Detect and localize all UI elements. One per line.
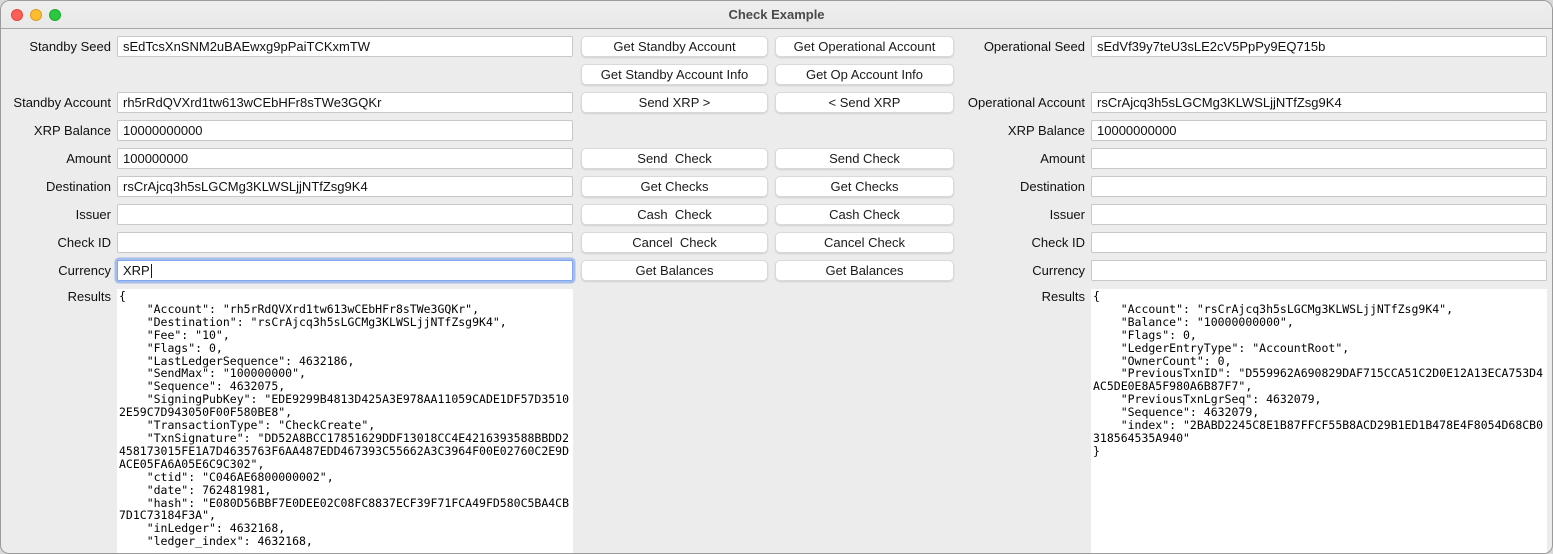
op-currency-field[interactable]: [1091, 260, 1547, 281]
standby-account-field[interactable]: rh5rRdQVXrd1tw613wCEbHFr8sTWe3GQKr: [117, 92, 573, 113]
standby-destination-label: Destination: [1, 176, 111, 197]
standby-xrp-balance-field[interactable]: 10000000000: [117, 120, 573, 141]
standby-destination-field[interactable]: rsCrAjcq3h5sLGCMg3KLWSLjjNTfZsg9K4: [117, 176, 573, 197]
standby-seed-value: sEdTcsXnSNM2uBAEwxg9pPaiTCKxmTW: [123, 39, 370, 54]
standby-account-label: Standby Account: [1, 92, 111, 113]
op-get-checks-button[interactable]: Get Checks: [775, 176, 954, 197]
op-issuer-label: Issuer: [939, 204, 1085, 225]
standby-results-label: Results: [1, 290, 111, 304]
standby-check-id-label: Check ID: [1, 232, 111, 253]
op-cancel-check-button[interactable]: Cancel Check: [775, 232, 954, 253]
op-results-label: Results: [939, 290, 1085, 304]
window-title: Check Example: [1, 1, 1552, 29]
op-cash-check-button[interactable]: Cash Check: [775, 204, 954, 225]
standby-seed-field[interactable]: sEdTcsXnSNM2uBAEwxg9pPaiTCKxmTW: [117, 36, 573, 57]
op-get-balances-button[interactable]: Get Balances: [775, 260, 954, 281]
op-send-check-button[interactable]: Send Check: [775, 148, 954, 169]
text-cursor: [151, 264, 152, 278]
standby-amount-field[interactable]: 100000000: [117, 148, 573, 169]
get-standby-account-button[interactable]: Get Standby Account: [581, 36, 768, 57]
standby-currency-value: XRP: [123, 263, 150, 278]
standby-issuer-label: Issuer: [1, 204, 111, 225]
standby-check-id-field[interactable]: [117, 232, 573, 253]
send-xrp-right-button[interactable]: Send XRP >: [581, 92, 768, 113]
standby-xrp-balance-value: 10000000000: [123, 123, 203, 138]
standby-xrp-balance-label: XRP Balance: [1, 120, 111, 141]
standby-currency-field[interactable]: XRP: [117, 260, 573, 281]
op-destination-field[interactable]: [1091, 176, 1547, 197]
standby-cash-check-button[interactable]: Cash Check: [581, 204, 768, 225]
op-xrp-balance-field[interactable]: 10000000000: [1091, 120, 1547, 141]
operational-account-field[interactable]: rsCrAjcq3h5sLGCMg3KLWSLjjNTfZsg9K4: [1091, 92, 1547, 113]
operational-account-label: Operational Account: [939, 92, 1085, 113]
standby-currency-label: Currency: [1, 260, 111, 281]
op-amount-label: Amount: [939, 148, 1085, 169]
operational-seed-field[interactable]: sEdVf39y7teU3sLE2cV5PpPy9EQ715b: [1091, 36, 1547, 57]
op-results-textarea[interactable]: { "Account": "rsCrAjcq3h5sLGCMg3KLWSLjjN…: [1091, 289, 1547, 554]
titlebar: Check Example: [1, 1, 1552, 29]
get-operational-account-button[interactable]: Get Operational Account: [775, 36, 954, 57]
standby-get-checks-button[interactable]: Get Checks: [581, 176, 768, 197]
op-destination-label: Destination: [939, 176, 1085, 197]
operational-seed-value: sEdVf39y7teU3sLE2cV5PpPy9EQ715b: [1097, 39, 1325, 54]
op-issuer-field[interactable]: [1091, 204, 1547, 225]
standby-get-balances-button[interactable]: Get Balances: [581, 260, 768, 281]
standby-seed-label: Standby Seed: [1, 36, 111, 57]
operational-account-value: rsCrAjcq3h5sLGCMg3KLWSLjjNTfZsg9K4: [1097, 95, 1342, 110]
op-amount-field[interactable]: [1091, 148, 1547, 169]
standby-amount-value: 100000000: [123, 151, 188, 166]
standby-issuer-field[interactable]: [117, 204, 573, 225]
get-op-account-info-button[interactable]: Get Op Account Info: [775, 64, 954, 85]
standby-results-textarea[interactable]: { "Account": "rh5rRdQVXrd1tw613wCEbHFr8s…: [117, 289, 573, 554]
op-check-id-field[interactable]: [1091, 232, 1547, 253]
standby-cancel-check-button[interactable]: Cancel Check: [581, 232, 768, 253]
standby-account-value: rh5rRdQVXrd1tw613wCEbHFr8sTWe3GQKr: [123, 95, 381, 110]
op-check-id-label: Check ID: [939, 232, 1085, 253]
get-standby-account-info-button[interactable]: Get Standby Account Info: [581, 64, 768, 85]
standby-destination-value: rsCrAjcq3h5sLGCMg3KLWSLjjNTfZsg9K4: [123, 179, 368, 194]
send-xrp-left-button[interactable]: < Send XRP: [775, 92, 954, 113]
op-xrp-balance-label: XRP Balance: [939, 120, 1085, 141]
standby-amount-label: Amount: [1, 148, 111, 169]
operational-seed-label: Operational Seed: [939, 36, 1085, 57]
app-window: Check Example Standby Seed sEdTcsXnSNM2u…: [0, 0, 1553, 554]
standby-send-check-button[interactable]: Send Check: [581, 148, 768, 169]
op-currency-label: Currency: [939, 260, 1085, 281]
op-xrp-balance-value: 10000000000: [1097, 123, 1177, 138]
